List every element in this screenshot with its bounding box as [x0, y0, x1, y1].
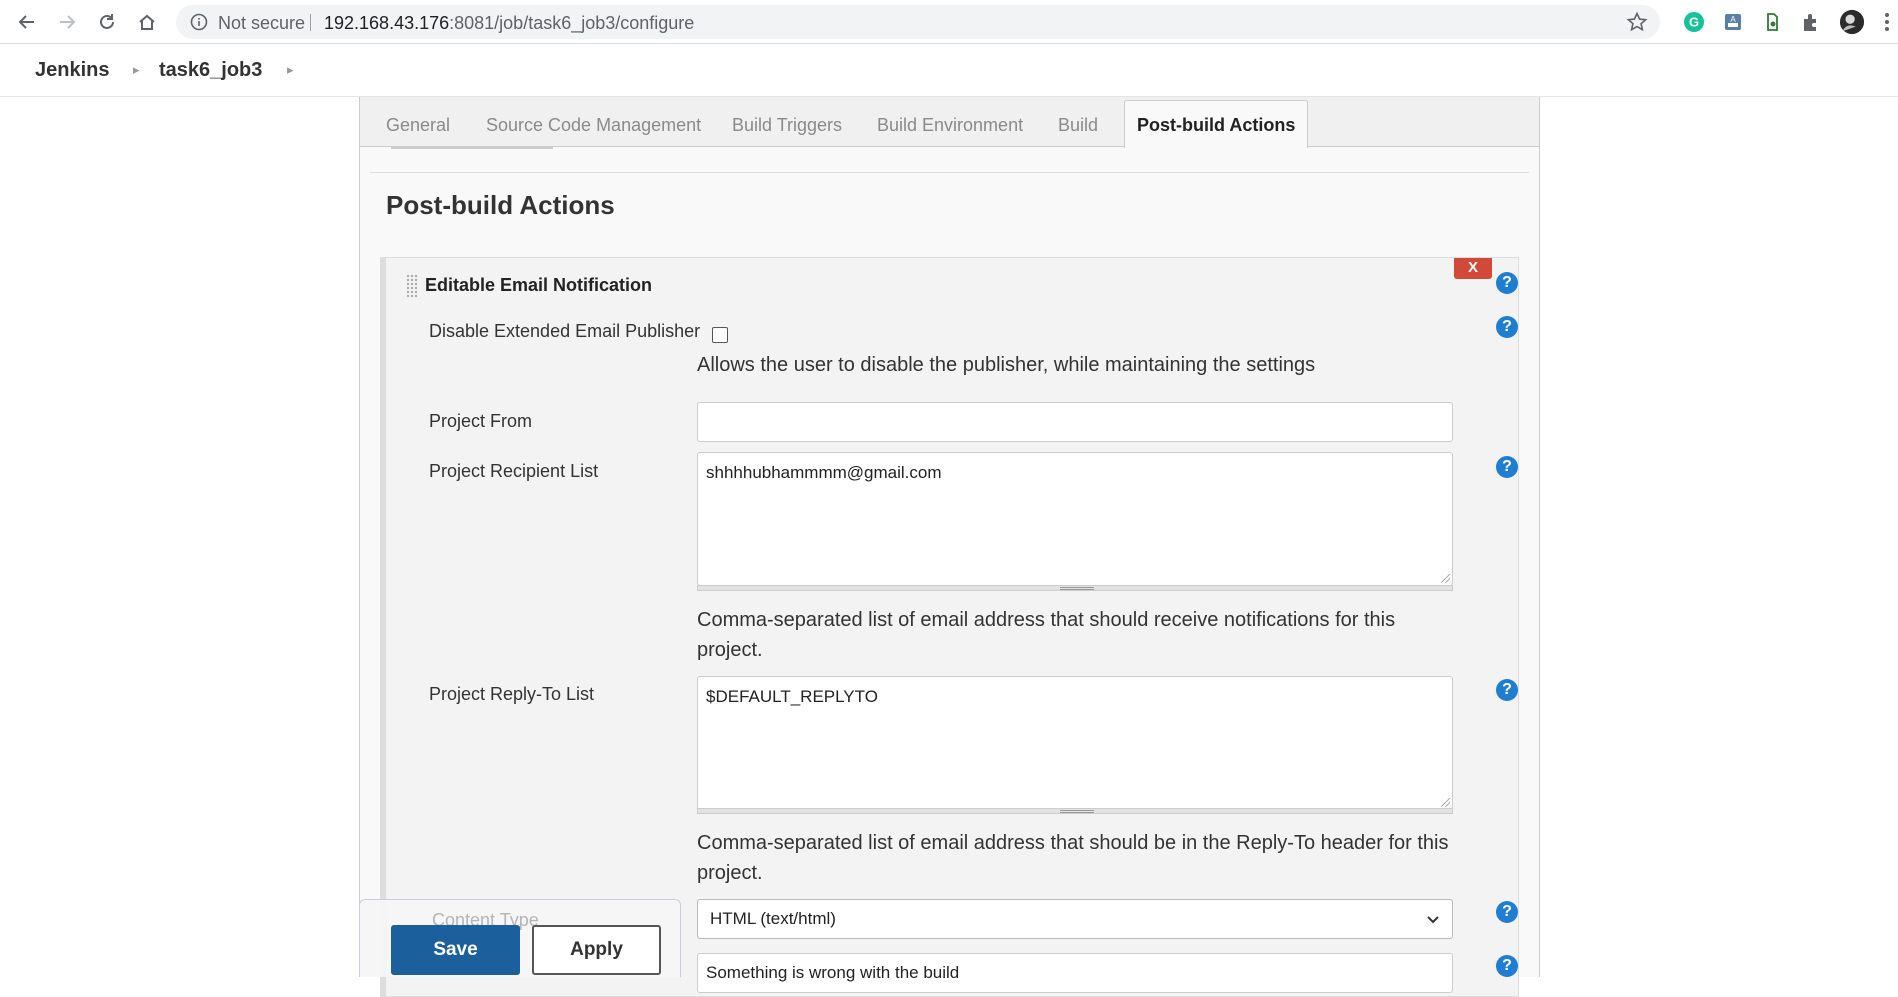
help-icon[interactable]: ? — [1496, 272, 1518, 294]
chevron-right-icon[interactable]: ▸ — [133, 62, 140, 78]
email-notification-block: Editable Email Notification X ? Disable … — [380, 257, 1519, 997]
url-path: :8081/job/task6_job3/configure — [449, 13, 695, 33]
security-label: Not secure — [218, 13, 306, 33]
description-line: Comma-separated list of email address th… — [697, 832, 1449, 854]
reload-icon[interactable] — [94, 9, 120, 35]
recipient-list-value: shhhhubhammmm@gmail.com — [706, 463, 942, 482]
back-icon[interactable] — [14, 9, 40, 35]
profile-avatar[interactable] — [1839, 9, 1865, 35]
chevron-down-icon — [1426, 911, 1440, 931]
url-text[interactable]: 192.168.43.176:8081/job/task6_job3/confi… — [324, 13, 694, 34]
bookmark-star-icon[interactable] — [1626, 11, 1648, 38]
divider — [310, 14, 311, 31]
home-icon[interactable] — [134, 9, 160, 35]
project-from-input[interactable] — [697, 402, 1453, 442]
url-host: 192.168.43.176 — [324, 13, 450, 33]
help-icon[interactable]: ? — [1496, 955, 1518, 977]
textarea-expander[interactable] — [697, 585, 1453, 591]
reply-to-value: $DEFAULT_REPLYTO — [706, 687, 878, 706]
address-bar[interactable]: Not secure 192.168.43.176:8081/job/task6… — [176, 5, 1660, 39]
svg-text:G: G — [1689, 15, 1699, 30]
reply-to-description: Comma-separated list of email address th… — [697, 828, 1449, 888]
description-line: project. — [697, 862, 763, 884]
help-icon[interactable]: ? — [1496, 901, 1518, 923]
delete-button[interactable]: X — [1454, 258, 1492, 279]
disable-publisher-checkbox[interactable] — [712, 327, 728, 343]
help-icon[interactable]: ? — [1496, 456, 1518, 478]
save-button[interactable]: Save — [391, 925, 520, 975]
recipient-list-description: Comma-separated list of email address th… — [697, 605, 1395, 665]
apply-button[interactable]: Apply — [532, 925, 661, 975]
description-line: Comma-separated list of email address th… — [697, 609, 1396, 631]
textarea-expander[interactable] — [697, 808, 1453, 814]
tab-build-environment[interactable]: Build Environment — [877, 115, 1023, 136]
resize-grip-icon[interactable] — [1441, 798, 1450, 807]
expander-knob-icon — [1060, 587, 1094, 590]
config-panel: General Source Code Management Build Tri… — [359, 97, 1540, 997]
content-type-value: HTML (text/html) — [710, 909, 836, 928]
reply-to-label: Project Reply-To List — [429, 684, 595, 704]
chevron-right-icon[interactable]: ▸ — [287, 62, 294, 78]
browser-toolbar: Not secure 192.168.43.176:8081/job/task6… — [0, 0, 1898, 44]
expander-knob-icon — [1060, 810, 1094, 813]
tab-build-triggers[interactable]: Build Triggers — [732, 115, 842, 136]
help-icon[interactable]: ? — [1496, 679, 1518, 701]
drag-handle-icon[interactable] — [406, 274, 418, 298]
default-subject-input[interactable]: Something is wrong with the build — [697, 953, 1453, 993]
section-title: Post-build Actions — [386, 190, 615, 220]
resize-grip-icon[interactable] — [1441, 574, 1450, 583]
tab-post-build-actions[interactable]: Post-build Actions — [1124, 100, 1309, 148]
divider — [391, 147, 553, 149]
extensions-puzzle-icon[interactable] — [1798, 9, 1824, 35]
recipient-list-label: Project Recipient List — [429, 461, 599, 481]
breadcrumb-jenkins[interactable]: Jenkins — [35, 59, 109, 82]
tab-source-code-management[interactable]: Source Code Management — [486, 115, 701, 136]
translate-extension-icon[interactable]: A — [1720, 9, 1746, 35]
reply-to-textarea[interactable]: $DEFAULT_REPLYTO — [697, 676, 1453, 810]
project-from-label: Project From — [429, 411, 533, 431]
info-icon[interactable] — [190, 13, 208, 36]
breadcrumb: Jenkins ▸ task6_job3 ▸ — [0, 45, 1898, 97]
tab-general[interactable]: General — [386, 115, 450, 136]
form-action-bar: Content Type Save Apply — [359, 899, 681, 977]
divider — [370, 172, 1529, 173]
forward-icon[interactable] — [54, 9, 80, 35]
tab-build[interactable]: Build — [1058, 115, 1098, 136]
config-tabs: General Source Code Management Build Tri… — [360, 97, 1539, 148]
disable-publisher-description: Allows the user to disable the publisher… — [697, 354, 1316, 376]
menu-kebab-icon[interactable] — [1874, 9, 1898, 35]
recipient-list-textarea[interactable]: shhhhubhammmm@gmail.com — [697, 452, 1453, 586]
help-icon[interactable]: ? — [1496, 316, 1518, 338]
grammarly-icon[interactable]: G — [1681, 9, 1707, 35]
description-line: project. — [697, 639, 763, 661]
content-type-select[interactable]: HTML (text/html) — [697, 899, 1453, 939]
disable-publisher-label: Disable Extended Email Publisher — [429, 321, 701, 341]
svg-text:A: A — [1730, 15, 1736, 24]
block-title: Editable Email Notification — [425, 275, 653, 295]
extension-icon[interactable] — [1759, 9, 1785, 35]
breadcrumb-job[interactable]: task6_job3 — [159, 59, 262, 82]
